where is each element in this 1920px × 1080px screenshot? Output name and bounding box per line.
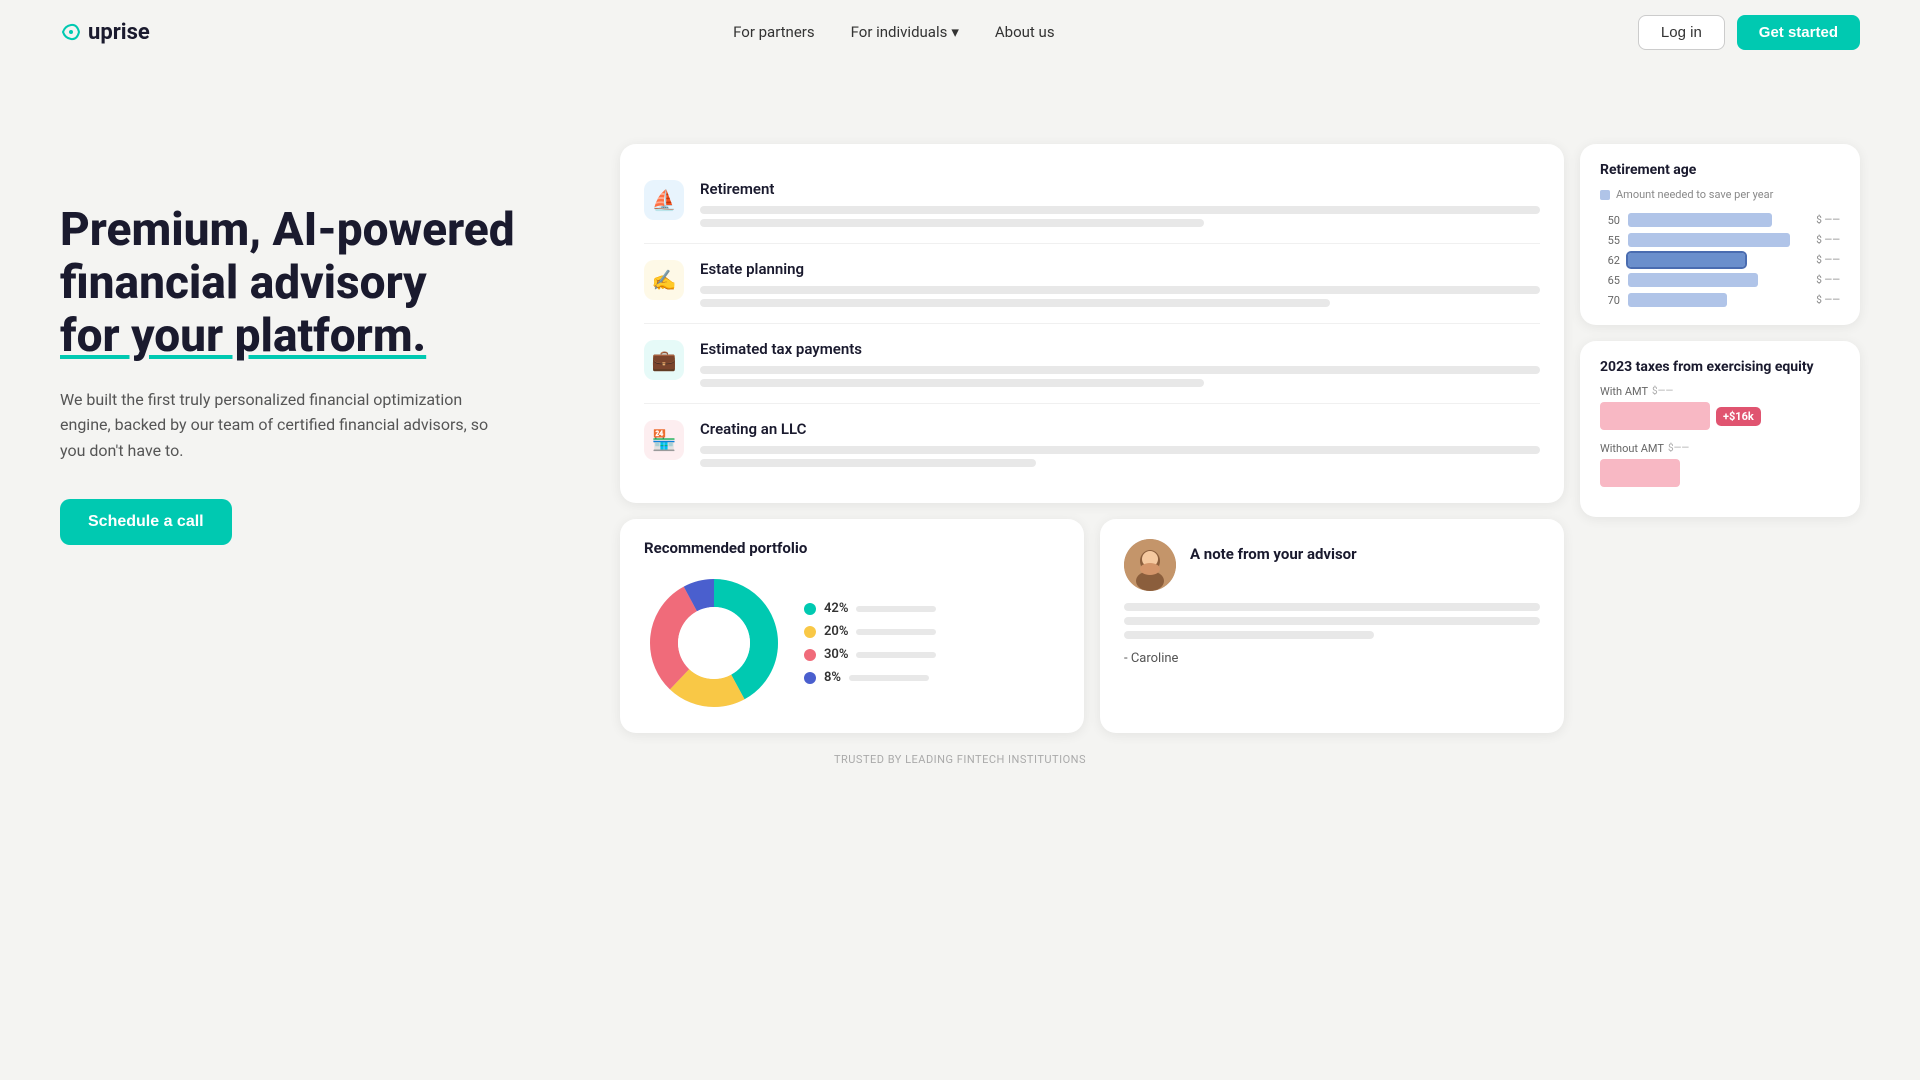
retirement-rows: 50 $ —— 55 $ —— 62 — [1600, 213, 1840, 307]
llc-icon: 🏪 — [644, 420, 684, 460]
estate-bars — [700, 286, 1540, 307]
feature-estate-title: Estate planning — [700, 260, 1540, 278]
ret-row-50: 50 $ —— — [1600, 213, 1840, 227]
legend-color-yellow — [804, 626, 816, 638]
chevron-down-icon: ▾ — [951, 23, 959, 41]
portfolio-card: Recommended portfolio — [620, 519, 1084, 733]
donut-svg — [644, 573, 784, 713]
nav-about-us[interactable]: About us — [995, 23, 1055, 41]
with-amt-dollar: $—— — [1652, 386, 1673, 397]
advisor-signature: - Caroline — [1124, 651, 1540, 666]
get-started-button[interactable]: Get started — [1737, 15, 1860, 50]
advisor-note-title: A note from your advisor — [1190, 545, 1357, 563]
nav-links: For partners For individuals ▾ About us — [733, 23, 1054, 41]
legend-color-red — [804, 649, 816, 661]
hero-section: Premium, AI-powered financial advisory f… — [60, 124, 580, 545]
advisor-note-lines — [1124, 603, 1540, 639]
footer-note: TRUSTED BY LEADING FINTECH INSTITUTIONS — [0, 733, 1920, 766]
nav-actions: Log in Get started — [1638, 15, 1860, 50]
hero-description: We built the first truly personalized fi… — [60, 387, 500, 464]
legend-color-blue — [804, 672, 816, 684]
retirement-age-title: Retirement age — [1600, 162, 1840, 178]
advisor-photo — [1124, 539, 1176, 591]
ret-row-62: 62 $ —— — [1600, 253, 1840, 267]
without-amt-dollar: $—— — [1668, 443, 1689, 454]
tax-bars — [700, 366, 1540, 387]
retirement-icon: ⛵ — [644, 180, 684, 220]
logo[interactable]: uprise — [60, 20, 150, 45]
advisor-avatar — [1124, 539, 1176, 591]
login-button[interactable]: Log in — [1638, 15, 1725, 50]
legend-red: 30% — [804, 647, 936, 662]
llc-bars — [700, 446, 1540, 467]
ret-row-55: 55 $ —— — [1600, 233, 1840, 247]
retirement-age-card: Retirement age Amount needed to save per… — [1580, 144, 1860, 325]
feature-tax-title: Estimated tax payments — [700, 340, 1540, 358]
taxes-card: 2023 taxes from exercising equity With A… — [1580, 341, 1860, 517]
legend-dot — [1600, 190, 1610, 200]
advisor-card: A note from your advisor - Caroline — [1100, 519, 1564, 733]
taxes-title: 2023 taxes from exercising equity — [1600, 359, 1840, 375]
amt-badge: +$16k — [1716, 407, 1761, 426]
nav-for-partners[interactable]: For partners — [733, 23, 815, 41]
feature-retirement-title: Retirement — [700, 180, 1540, 198]
feature-tax: 💼 Estimated tax payments — [644, 324, 1540, 404]
feature-llc-title: Creating an LLC — [700, 420, 1540, 438]
with-amt-label: With AMT — [1600, 385, 1648, 398]
with-amt-row: With AMT $—— +$16k — [1600, 385, 1840, 430]
ret-row-70: 70 $ —— — [1600, 293, 1840, 307]
schedule-call-button[interactable]: Schedule a call — [60, 499, 232, 545]
feature-retirement: ⛵ Retirement — [644, 164, 1540, 244]
estate-icon: ✍️ — [644, 260, 684, 300]
hero-title: Premium, AI-powered financial advisory f… — [60, 204, 580, 363]
nav-for-individuals[interactable]: For individuals ▾ — [851, 23, 959, 41]
without-amt-bar — [1600, 459, 1680, 487]
bottom-row: Recommended portfolio — [620, 519, 1564, 733]
portfolio-title: Recommended portfolio — [644, 539, 1060, 557]
without-amt-row: Without AMT $—— — [1600, 442, 1840, 487]
feature-estate: ✍️ Estate planning — [644, 244, 1540, 324]
portfolio-legend: 42% 20% 30% — [804, 601, 936, 685]
retirement-legend: Amount needed to save per year — [1600, 188, 1840, 201]
main-content: Premium, AI-powered financial advisory f… — [0, 64, 1920, 733]
tax-icon: 💼 — [644, 340, 684, 380]
legend-yellow: 20% — [804, 624, 936, 639]
right-column: Retirement age Amount needed to save per… — [1580, 144, 1860, 733]
legend-label: Amount needed to save per year — [1616, 188, 1773, 201]
legend-blue: 8% — [804, 670, 936, 685]
with-amt-bar — [1600, 402, 1710, 430]
without-amt-label: Without AMT — [1600, 442, 1664, 455]
navbar: uprise For partners For individuals ▾ Ab… — [0, 0, 1920, 64]
ret-row-65: 65 $ —— — [1600, 273, 1840, 287]
legend-teal: 42% — [804, 601, 936, 616]
donut-chart — [644, 573, 784, 713]
features-card: ⛵ Retirement ✍️ Estate planning — [620, 144, 1564, 503]
retirement-bars — [700, 206, 1540, 227]
feature-llc: 🏪 Creating an LLC — [644, 404, 1540, 483]
legend-color-teal — [804, 603, 816, 615]
panels-grid: ⛵ Retirement ✍️ Estate planning — [620, 124, 1860, 733]
